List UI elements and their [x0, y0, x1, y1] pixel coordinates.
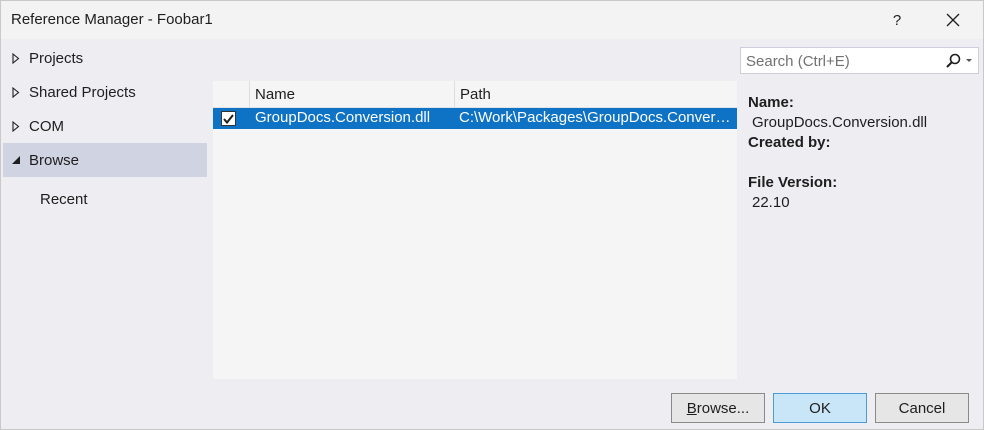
nav-item-label: Browse: [29, 151, 80, 169]
nav-item-com[interactable]: COM: [3, 109, 207, 143]
nav-item-label: Shared Projects: [29, 83, 136, 101]
title-bar: Reference Manager - Foobar1 ?: [1, 1, 983, 39]
window-title: Reference Manager - Foobar1: [11, 11, 213, 28]
expand-arrow-icon: [11, 86, 21, 98]
close-button[interactable]: [931, 5, 975, 35]
search-input[interactable]: [741, 48, 944, 75]
detail-created-label: Created by:: [748, 134, 831, 151]
nav-item-browse[interactable]: Browse: [3, 143, 207, 177]
category-nav: Projects Shared Projects COM Browse Rece…: [3, 41, 207, 221]
search-box: [740, 47, 979, 75]
row-checkbox[interactable]: [221, 111, 236, 126]
column-header-path[interactable]: Path: [454, 81, 737, 107]
search-icon: [946, 53, 972, 68]
detail-version-value: 22.10: [752, 194, 790, 211]
details-pane: Name: GroupDocs.Conversion.dll Created b…: [748, 93, 978, 213]
detail-version-label: File Version:: [748, 174, 838, 191]
row-path: C:\Work\Packages\GroupDocs.Conversi...: [459, 109, 731, 126]
browse-button[interactable]: Browse...: [671, 393, 765, 423]
row-name: GroupDocs.Conversion.dll: [255, 109, 431, 126]
detail-name-label: Name:: [748, 94, 794, 111]
expand-arrow-icon: [11, 52, 21, 64]
nav-item-label: Projects: [29, 49, 84, 67]
expand-arrow-icon: [11, 120, 21, 132]
reference-manager-dialog: Reference Manager - Foobar1 ? Projects S…: [0, 0, 984, 430]
nav-item-recent[interactable]: Recent: [3, 177, 207, 221]
ok-button[interactable]: OK: [773, 393, 867, 423]
table-row[interactable]: GroupDocs.Conversion.dll C:\Work\Package…: [213, 108, 737, 129]
search-button[interactable]: [942, 50, 976, 71]
collapse-arrow-icon: [11, 155, 21, 165]
close-icon: [946, 13, 960, 27]
reference-list: Name Path GroupDocs.Conversion.dll C:\Wo…: [213, 81, 737, 379]
list-header: Name Path: [213, 81, 737, 108]
nav-item-projects[interactable]: Projects: [3, 41, 207, 75]
column-header-name[interactable]: Name: [249, 81, 454, 107]
nav-item-label: Recent: [40, 190, 88, 208]
detail-name-value: GroupDocs.Conversion.dll: [752, 114, 928, 131]
nav-item-shared-projects[interactable]: Shared Projects: [3, 75, 207, 109]
checkmark-icon: [223, 113, 234, 124]
column-header-check[interactable]: [213, 81, 249, 107]
nav-item-label: COM: [29, 117, 64, 135]
help-button[interactable]: ?: [875, 5, 919, 35]
cancel-button[interactable]: Cancel: [875, 393, 969, 423]
